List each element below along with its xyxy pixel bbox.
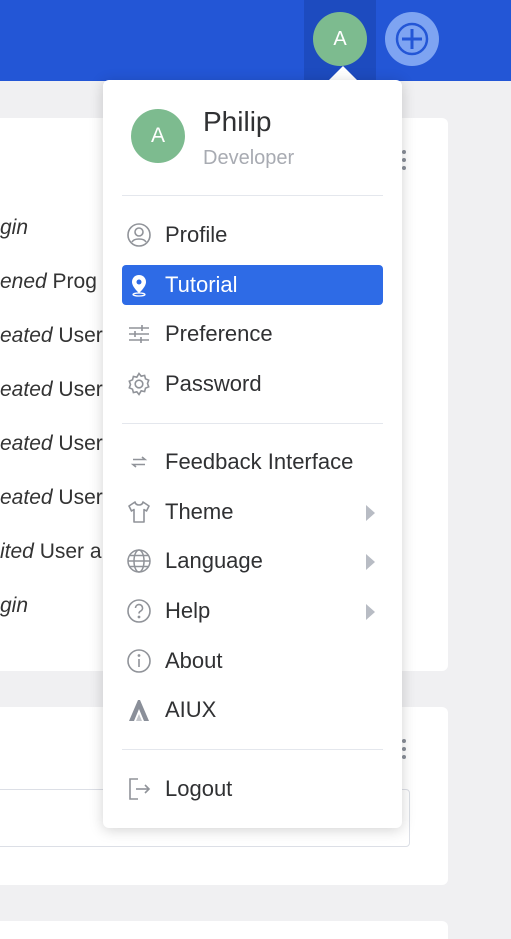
menu-item-aiux[interactable]: AIUX xyxy=(122,690,383,730)
menu-item-logout[interactable]: Logout xyxy=(122,769,383,809)
activity-action: ited xyxy=(0,540,34,563)
activity-row: gin xyxy=(0,594,28,618)
divider xyxy=(122,423,383,424)
activity-action: gin xyxy=(0,594,29,617)
activity-row: ited User a xyxy=(0,540,102,564)
activity-subject: Prog xyxy=(46,270,97,293)
more-options-icon[interactable] xyxy=(402,739,406,763)
add-button[interactable] xyxy=(385,12,439,66)
menu-avatar: A xyxy=(131,109,185,163)
menu-item-preference[interactable]: Preference xyxy=(122,314,383,354)
logout-icon xyxy=(126,776,152,802)
activity-row: eated User xyxy=(0,432,103,456)
activity-subject: User xyxy=(52,324,103,347)
menu-item-label: Theme xyxy=(165,499,234,524)
activity-action: ened xyxy=(0,270,47,293)
divider xyxy=(122,749,383,750)
activity-row: eated User xyxy=(0,486,103,510)
divider xyxy=(122,195,383,196)
plus-icon xyxy=(395,22,429,56)
question-circle-icon xyxy=(126,598,152,624)
activity-row: eated User xyxy=(0,324,103,348)
menu-item-label: Language xyxy=(165,548,263,573)
menu-item-tutorial[interactable]: Tutorial xyxy=(122,265,383,305)
location-pin-icon xyxy=(126,272,152,298)
activity-row: eated User xyxy=(0,378,103,402)
activity-subject: User xyxy=(52,378,103,401)
user-name: Philip xyxy=(203,106,272,137)
menu-item-label: Password xyxy=(165,371,262,396)
activity-row: gin xyxy=(0,216,28,240)
sliders-icon xyxy=(126,321,152,347)
info-circle-icon xyxy=(126,648,152,674)
user-circle-icon xyxy=(126,222,152,248)
user-dropdown-menu: A Philip Developer Profile Tutorial Pref… xyxy=(103,80,402,828)
activity-action: eated xyxy=(0,324,53,347)
menu-item-password[interactable]: Password xyxy=(122,364,383,404)
aiux-logo-icon xyxy=(126,697,152,723)
chevron-right-icon xyxy=(366,554,375,570)
menu-item-label: Feedback Interface xyxy=(165,449,354,474)
swap-arrows-icon xyxy=(126,449,152,475)
menu-item-label: Tutorial xyxy=(165,272,238,297)
menu-item-language[interactable]: Language xyxy=(122,541,383,581)
more-options-icon[interactable] xyxy=(402,150,406,174)
activity-subject: User xyxy=(52,432,103,455)
activity-action: gin xyxy=(0,216,29,239)
menu-item-profile[interactable]: Profile xyxy=(122,215,383,255)
chevron-right-icon xyxy=(366,505,375,521)
menu-item-label: Preference xyxy=(165,321,273,346)
user-role: Developer xyxy=(203,147,295,169)
activity-action: eated xyxy=(0,432,53,455)
menu-item-feedback-interface[interactable]: Feedback Interface xyxy=(122,442,383,482)
globe-icon xyxy=(126,548,152,574)
menu-item-label: Logout xyxy=(165,776,233,801)
menu-item-about[interactable]: About xyxy=(122,641,383,681)
activity-subject: User xyxy=(52,486,103,509)
third-card xyxy=(0,921,448,939)
chevron-right-icon xyxy=(366,604,375,620)
user-avatar[interactable]: A xyxy=(313,12,367,66)
menu-caret xyxy=(329,66,357,80)
menu-item-label: Profile xyxy=(165,222,228,247)
gear-icon xyxy=(126,371,152,397)
menu-item-label: Help xyxy=(165,598,211,623)
activity-action: eated xyxy=(0,378,53,401)
tshirt-icon xyxy=(126,499,152,525)
menu-item-help[interactable]: Help xyxy=(122,591,383,631)
menu-item-label: About xyxy=(165,648,223,673)
menu-item-theme[interactable]: Theme xyxy=(122,492,383,532)
menu-item-label: AIUX xyxy=(165,697,217,722)
activity-action: eated xyxy=(0,486,53,509)
activity-subject: User a xyxy=(33,540,102,563)
activity-row: ened Prog xyxy=(0,270,97,294)
